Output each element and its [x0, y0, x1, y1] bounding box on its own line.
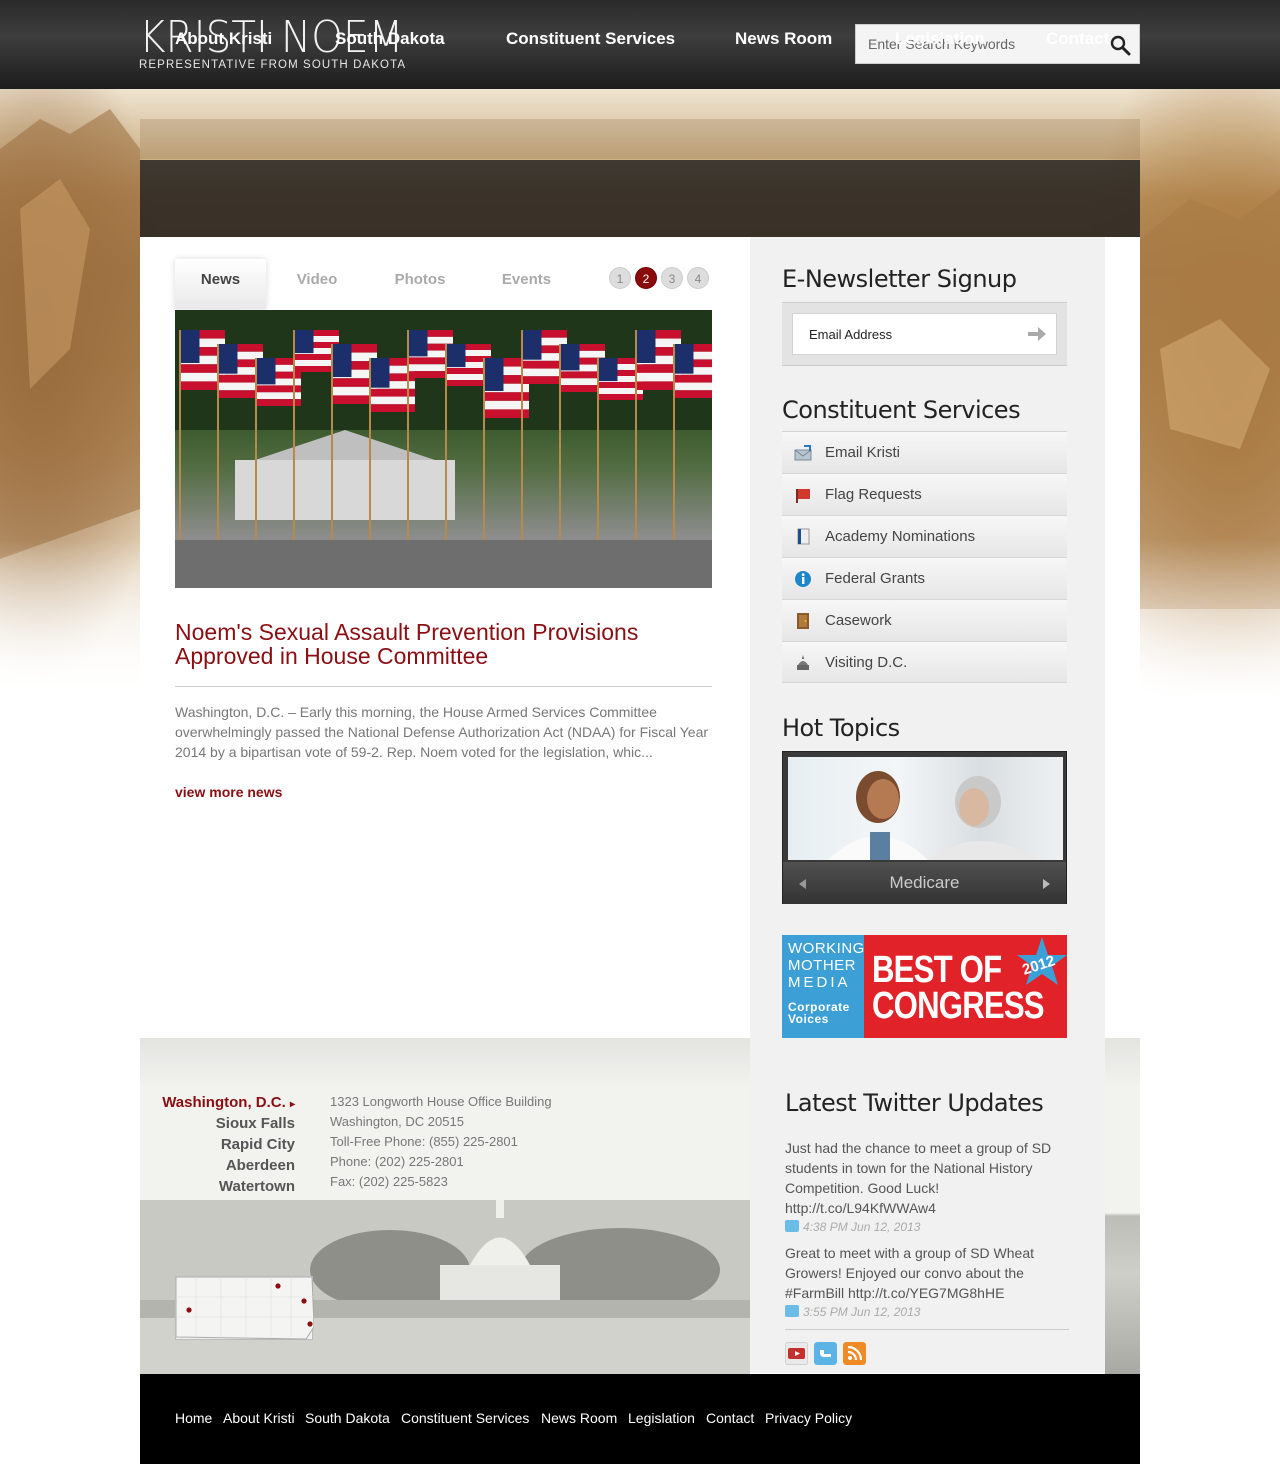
map-marker-watertown: [301, 1298, 307, 1304]
flag-icon: [796, 489, 810, 503]
book-icon: [797, 528, 810, 545]
news-photo[interactable]: [175, 310, 712, 588]
tweet-time: 4:38 PM Jun 12, 2013: [785, 1220, 920, 1234]
pager-3[interactable]: 3: [661, 267, 683, 289]
view-more-news-link[interactable]: view more news: [175, 784, 282, 800]
address-line: Fax: (202) 225-5823: [330, 1174, 448, 1189]
office-washington-dc[interactable]: Washington, D.C. ▸: [150, 1094, 295, 1111]
youtube-icon[interactable]: [785, 1342, 808, 1365]
twitter-bird-icon: [785, 1220, 799, 1232]
divider: [785, 1329, 1069, 1330]
news-headline[interactable]: Noem's Sexual Assault Prevention Provisi…: [175, 620, 712, 668]
cs-item-flag-requests[interactable]: Flag Requests: [782, 473, 1067, 515]
south-dakota-map[interactable]: [175, 1276, 315, 1340]
footer-link-home[interactable]: Home: [175, 1410, 212, 1426]
award-text: WORKING: [788, 940, 865, 957]
cs-item-email-kristi[interactable]: Email Kristi: [782, 431, 1067, 473]
door-icon: [797, 613, 809, 629]
main-nav: [140, 160, 1140, 237]
award-best-of: BEST OF: [872, 949, 1002, 991]
info-icon: [795, 571, 811, 587]
pager-1[interactable]: 1: [609, 267, 631, 289]
footer-link-contact[interactable]: Contact: [706, 1410, 754, 1426]
rss-icon[interactable]: [843, 1342, 866, 1365]
cs-item-casework[interactable]: Casework: [782, 599, 1067, 641]
footer-link-south-dakota[interactable]: South Dakota: [305, 1410, 390, 1426]
nav-constituent-services[interactable]: Constituent Services: [506, 0, 675, 77]
hot-topic-caption[interactable]: Medicare: [783, 862, 1066, 904]
nav-contact[interactable]: Contact: [1046, 0, 1109, 77]
cs-item-academy-nominations[interactable]: Academy Nominations: [782, 515, 1067, 557]
nav-about-kristi[interactable]: About Kristi: [175, 0, 272, 77]
award-congress: CONGRESS: [872, 985, 1045, 1027]
address-line: Phone: (202) 225-2801: [330, 1154, 464, 1169]
cs-label: Visiting D.C.: [825, 654, 908, 671]
map-marker-rapid-city: [186, 1307, 192, 1313]
footer-link-privacy-policy[interactable]: Privacy Policy: [765, 1410, 852, 1426]
cs-item-visiting-dc[interactable]: Visiting D.C.: [782, 641, 1067, 683]
offices-band-edge: [1105, 1038, 1140, 1374]
footer-link-about-kristi[interactable]: About Kristi: [223, 1410, 295, 1426]
nav-south-dakota[interactable]: South Dakota: [335, 0, 445, 77]
map-marker-aberdeen: [275, 1283, 281, 1289]
search-icon[interactable]: [1109, 34, 1131, 56]
pager-4[interactable]: 4: [687, 267, 709, 289]
hot-topic-image[interactable]: [788, 757, 1063, 860]
carousel-next-icon[interactable]: [1043, 879, 1050, 889]
newsletter-title: E-Newsletter Signup: [782, 265, 1017, 293]
office-watertown[interactable]: Watertown: [150, 1178, 295, 1195]
tab-events[interactable]: Events: [490, 259, 563, 309]
twitter-title: Latest Twitter Updates: [785, 1089, 1044, 1117]
cs-label: Casework: [825, 612, 892, 629]
cs-label: Federal Grants: [825, 570, 926, 587]
pager-2[interactable]: 2: [635, 267, 657, 289]
cs-label: Flag Requests: [825, 486, 922, 503]
cs-label: Academy Nominations: [825, 528, 976, 545]
monument-icon: [797, 655, 809, 670]
footer-link-legislation[interactable]: Legislation: [628, 1410, 695, 1426]
cs-item-federal-grants[interactable]: Federal Grants: [782, 557, 1067, 599]
address-line: Washington, DC 20515: [330, 1114, 464, 1129]
divider: [782, 682, 1067, 683]
office-sioux-falls[interactable]: Sioux Falls: [150, 1115, 295, 1132]
hot-topics-title: Hot Topics: [782, 714, 900, 742]
twitter-bird-icon: [785, 1305, 799, 1317]
hot-topics-carousel: Medicare: [782, 751, 1067, 904]
footer-link-news-room[interactable]: News Room: [541, 1410, 617, 1426]
tab-photos[interactable]: Photos: [380, 259, 460, 309]
constituent-services-title: Constituent Services: [782, 396, 1021, 424]
cs-label: Email Kristi: [825, 444, 901, 461]
tweet-text[interactable]: Just had the chance to meet a group of S…: [785, 1138, 1065, 1218]
award-text: MOTHER: [788, 957, 856, 974]
arrow-right-icon[interactable]: [1028, 327, 1046, 341]
twitter-icon[interactable]: [814, 1342, 837, 1365]
newsletter-form: [782, 302, 1067, 366]
nav-legislation[interactable]: Legislation: [895, 0, 985, 77]
footer-link-constituent-services[interactable]: Constituent Services: [401, 1410, 529, 1426]
newsletter-input-wrap: [792, 313, 1057, 355]
newsletter-email-input[interactable]: [793, 314, 1013, 354]
nav-news-room[interactable]: News Room: [735, 0, 832, 77]
tab-video[interactable]: Video: [280, 259, 354, 309]
carousel-prev-icon[interactable]: [799, 879, 806, 889]
map-marker-sioux-falls: [307, 1321, 313, 1327]
envelope-icon: [794, 445, 812, 461]
address-line: 1323 Longworth House Office Building: [330, 1094, 552, 1109]
office-rapid-city[interactable]: Rapid City: [150, 1136, 295, 1153]
award-left-panel: WORKING MOTHER MEDIA Corporate Voices: [782, 935, 864, 1038]
office-aberdeen[interactable]: Aberdeen: [150, 1157, 295, 1174]
award-text: MEDIA: [788, 974, 851, 991]
tab-news[interactable]: News: [175, 259, 266, 309]
tweet-time: 3:55 PM Jun 12, 2013: [785, 1305, 920, 1319]
news-excerpt: Washington, D.C. – Early this morning, t…: [175, 704, 709, 760]
award-banner[interactable]: WORKING MOTHER MEDIA Corporate Voices 20…: [782, 935, 1067, 1038]
award-text: Voices: [788, 1012, 829, 1026]
divider: [175, 686, 712, 687]
tweet-text[interactable]: Great to meet with a group of SD Wheat G…: [785, 1243, 1065, 1303]
address-line: Toll-Free Phone: (855) 225-2801: [330, 1134, 518, 1149]
